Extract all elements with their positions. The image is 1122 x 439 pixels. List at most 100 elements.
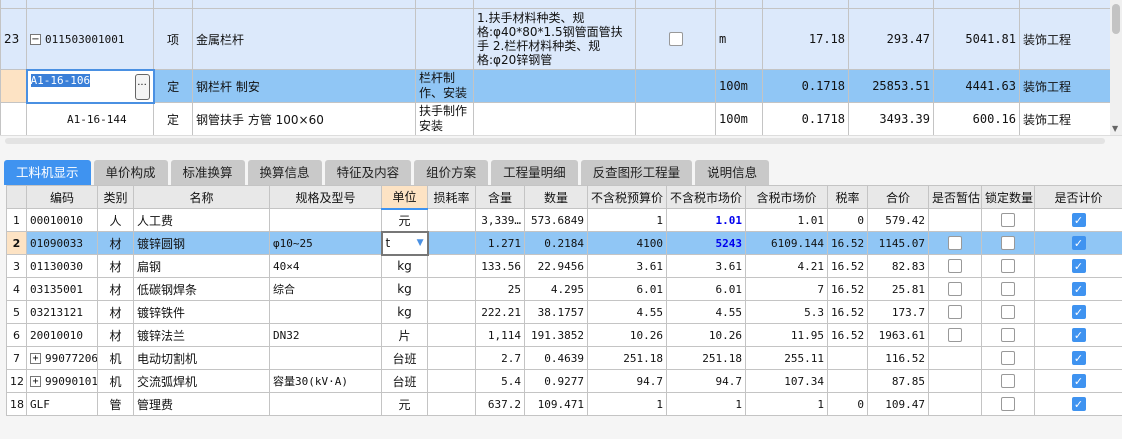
vertical-scrollbar[interactable]: ▼: [1110, 0, 1122, 135]
cell-spec: φ10~25: [269, 231, 382, 255]
column-header[interactable]: 税率: [827, 185, 868, 209]
checkbox[interactable]: [668, 32, 683, 47]
column-header[interactable]: 名称: [133, 185, 270, 209]
cell-code: +990901015: [26, 369, 98, 393]
cell-tax: 16.52: [827, 254, 868, 278]
cell-loss: [427, 369, 476, 393]
priced-checkbox[interactable]: ✓: [1071, 305, 1086, 320]
market-tax-value: 6109.144: [771, 236, 824, 250]
est-checkbox[interactable]: [948, 328, 962, 343]
column-header[interactable]: 编码: [26, 185, 98, 209]
item-unit: m: [715, 8, 763, 70]
column-header[interactable]: 合价: [867, 185, 929, 209]
table-row[interactable]: A1-16-106 ··· 定 钢栏杆 制安 栏杆制作、安装 100m 0.171…: [0, 68, 1111, 104]
priced-checkbox[interactable]: ✓: [1071, 328, 1086, 343]
table-row[interactable]: 6 20010010 材镀锌法兰 DN32 片 1,114 191.3852 10.26 10.…: [6, 323, 1122, 347]
horizontal-scrollbar[interactable]: [5, 138, 1105, 144]
column-header[interactable]: 是否计价: [1034, 185, 1122, 209]
est-checkbox[interactable]: [948, 259, 962, 274]
tab-4[interactable]: 特征及内容: [324, 160, 412, 185]
priced-checkbox[interactable]: ✓: [1071, 259, 1086, 274]
priced-checkbox[interactable]: ✓: [1071, 351, 1086, 366]
tab-3[interactable]: 换算信息: [247, 160, 322, 185]
cell-loss: [427, 277, 476, 301]
priced-checkbox[interactable]: ✓: [1071, 236, 1086, 251]
lock-checkbox[interactable]: [1001, 328, 1015, 343]
column-header[interactable]: 是否暂估: [928, 185, 982, 209]
table-row[interactable]: 23 −011503001001 项 金属栏杆 1.扶手材料种类、规格:φ40*…: [0, 8, 1111, 70]
tab-6[interactable]: 工程量明细: [491, 160, 578, 185]
cell-tax: 0: [827, 392, 868, 416]
table-row[interactable]: 5 03213121 材镀锌铁件 kg 222.21 38.1757 4.55 4.55 5.3…: [6, 300, 1122, 324]
column-header[interactable]: 类别: [97, 185, 134, 209]
cell-content: 1.271: [475, 231, 525, 255]
tab-7[interactable]: 反查图形工程量: [580, 160, 693, 185]
market-value: 5243: [715, 236, 743, 250]
more-button[interactable]: ···: [134, 73, 150, 100]
column-header[interactable]: 单位: [381, 185, 428, 210]
priced-checkbox[interactable]: ✓: [1071, 374, 1086, 389]
column-header[interactable]: 规格及型号: [269, 185, 382, 209]
priced-checkbox[interactable]: ✓: [1071, 282, 1086, 297]
table-row[interactable]: 1 00010010 人人工费元 3,339… 573.6849 1 1.01 1.01 0 57…: [6, 208, 1122, 232]
column-header[interactable]: 不含税预算价: [587, 185, 667, 209]
expand-icon[interactable]: +: [30, 376, 41, 387]
collapse-icon[interactable]: −: [30, 33, 41, 45]
priced-checkbox[interactable]: ✓: [1071, 213, 1086, 228]
market-value: 251.18: [702, 351, 742, 365]
column-header[interactable]: [6, 185, 27, 209]
expand-icon[interactable]: +: [30, 353, 41, 364]
qty-value: 22.9456: [537, 259, 584, 273]
cell-budget: 4.55: [587, 300, 667, 324]
table-row[interactable]: 7+990772060 机电动切割机 台班 2.7 0.4639 251.18 251.18…: [6, 346, 1122, 370]
column-header[interactable]: 损耗率: [427, 185, 476, 209]
table-row[interactable]: 12+990901015 机交流弧焊机 容量30(kV·A) 台班 5.4 0.9277 9…: [6, 369, 1122, 393]
est-checkbox[interactable]: [948, 236, 962, 251]
lock-checkbox[interactable]: [1001, 351, 1015, 366]
tab-8[interactable]: 说明信息: [695, 160, 770, 185]
tab-1[interactable]: 单价构成: [93, 160, 168, 185]
scroll-thumb[interactable]: [1112, 4, 1120, 34]
row-index: 12: [6, 369, 27, 393]
type-value: 材: [109, 305, 122, 320]
lock-checkbox[interactable]: [1001, 236, 1015, 251]
column-header[interactable]: 数量: [524, 185, 588, 209]
column-header[interactable]: 锁定数量: [981, 185, 1035, 209]
column-header[interactable]: 不含税市场价: [666, 185, 746, 209]
cell-qty: 109.471: [524, 392, 588, 416]
cell-market: 1: [666, 392, 746, 416]
table-row[interactable]: 4 03135001 材低碳钢焊条 综合 kg 25 4.295 6.01 6.01 7 16.52…: [6, 277, 1122, 301]
qty-value: 109.471: [537, 397, 584, 411]
item-qty: 0.1718: [762, 69, 849, 103]
cell-code: GLF: [26, 392, 98, 416]
dropdown-arrow-icon[interactable]: ▼: [417, 238, 424, 248]
column-header[interactable]: 含税市场价: [745, 185, 828, 209]
priced-checkbox[interactable]: ✓: [1071, 397, 1086, 412]
scroll-down-arrow-icon[interactable]: ▼: [1112, 124, 1118, 133]
lock-checkbox[interactable]: [1001, 282, 1015, 297]
cell-tax: 16.52: [827, 231, 868, 255]
market-value: 6.01: [715, 282, 743, 296]
cell-code: 20010010: [26, 323, 98, 347]
name-value: 扁钢: [137, 259, 162, 274]
lock-checkbox[interactable]: [1001, 305, 1015, 320]
lock-checkbox[interactable]: [1001, 374, 1015, 389]
table-row[interactable]: 2 01090033 材镀锌圆钢 φ10~25 ▼ t 1.271 0.2184 4100 524…: [6, 230, 1122, 256]
tab-5[interactable]: 组价方案: [414, 160, 489, 185]
cell-qty: 4.295: [524, 277, 588, 301]
table-row[interactable]: A1-16-144 定 钢管扶手 方管 100×60 扶手制作安装 100m 0…: [0, 102, 1111, 136]
est-checkbox[interactable]: [948, 305, 962, 320]
lock-checkbox[interactable]: [1001, 213, 1015, 228]
tab-2[interactable]: 标准换算: [170, 160, 245, 185]
tab-0[interactable]: 工料机显示: [4, 160, 91, 185]
est-checkbox[interactable]: [948, 282, 962, 297]
lock-checkbox[interactable]: [1001, 259, 1015, 274]
table-row[interactable]: 18 GLF 管管理费 元 637.2 109.471 1 1 1 0 109.47 ✓: [6, 392, 1122, 416]
cell-qty: 38.1757: [524, 300, 588, 324]
code-input[interactable]: A1-16-106 ···: [25, 68, 155, 104]
lock-checkbox[interactable]: [1001, 397, 1015, 412]
cell-unit[interactable]: ▼ t: [380, 230, 429, 256]
item-category: 装饰工程: [1019, 69, 1111, 103]
column-header[interactable]: 含量: [475, 185, 525, 209]
table-row[interactable]: 3 01130030 材扁钢 40×4 kg 133.56 22.9456 3.61 3.61 4…: [6, 254, 1122, 278]
